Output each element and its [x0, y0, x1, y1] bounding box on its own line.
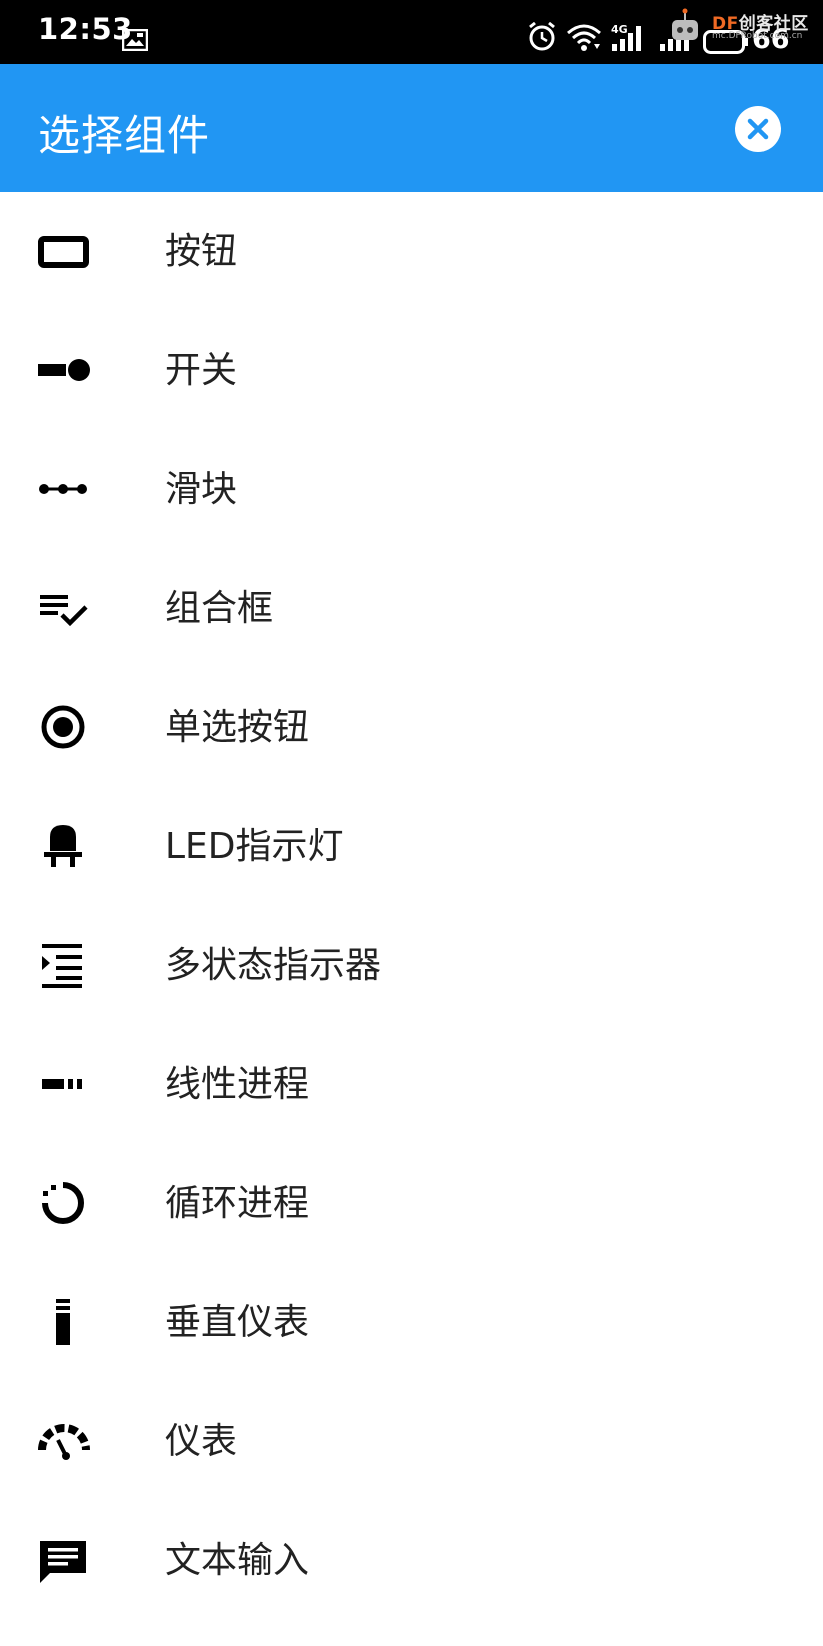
status-time: 12:53 — [38, 12, 133, 46]
list-item-vertical-meter[interactable]: 垂直仪表 — [0, 1263, 823, 1382]
list-item-label: 滑块 — [165, 469, 238, 510]
page-title: 选择组件 — [38, 111, 211, 160]
list-item-label: 开关 — [165, 350, 238, 391]
list-item-label: LED指示灯 — [165, 826, 344, 867]
list-item-label: 组合框 — [165, 588, 274, 629]
list-item-label: 单选按钮 — [165, 707, 310, 748]
multistate-indicator-icon — [38, 942, 90, 988]
radio-button-icon — [38, 704, 90, 750]
alarm-icon — [529, 22, 555, 51]
app-header: 选择组件 — [0, 64, 823, 192]
list-item-label: 垂直仪表 — [165, 1302, 310, 1343]
slider-icon — [38, 466, 90, 512]
circular-progress-icon — [38, 1180, 90, 1226]
led-icon — [38, 823, 90, 869]
vertical-meter-icon — [38, 1299, 90, 1345]
list-item-multistate-indicator[interactable]: 多状态指示器 — [0, 906, 823, 1025]
list-item-label: 循环进程 — [165, 1183, 310, 1224]
list-item-label: 按钮 — [165, 231, 238, 272]
list-item-label: 线性进程 — [165, 1064, 310, 1105]
list-item-text-input[interactable]: 文本输入 — [0, 1501, 823, 1620]
watermark-url: mc.DFRobot.com.cn — [712, 31, 803, 41]
list-item-label: 多状态指示器 — [165, 945, 382, 986]
list-item-label: 文本输入 — [165, 1540, 310, 1581]
close-icon — [747, 118, 769, 140]
text-input-icon — [38, 1537, 90, 1583]
list-item-combobox[interactable]: 组合框 — [0, 549, 823, 668]
cellular-4g-icon: 4G — [611, 23, 641, 51]
close-button[interactable] — [735, 106, 781, 152]
screenshot-notification-icon — [122, 29, 148, 51]
switch-icon — [38, 347, 90, 393]
list-item-radio-button[interactable]: 单选按钮 — [0, 668, 823, 787]
component-list: 按钮 开关 滑块 组合框 单选按钮 LED指示灯 多状态指示器 线性进程 循环进… — [0, 192, 823, 1620]
svg-text:4G: 4G — [611, 23, 628, 36]
list-item-led[interactable]: LED指示灯 — [0, 787, 823, 906]
list-item-gauge[interactable]: 仪表 — [0, 1382, 823, 1501]
button-icon — [38, 228, 90, 274]
list-item-linear-progress[interactable]: 线性进程 — [0, 1025, 823, 1144]
linear-progress-icon — [38, 1061, 90, 1107]
combobox-icon — [38, 585, 90, 631]
list-item-switch[interactable]: 开关 — [0, 311, 823, 430]
list-item-slider[interactable]: 滑块 — [0, 430, 823, 549]
list-item-circular-progress[interactable]: 循环进程 — [0, 1144, 823, 1263]
status-bar: 12:53 4G 66 DF创客社区 mc.DFRobot.com.cn — [0, 0, 823, 64]
list-item-button[interactable]: 按钮 — [0, 192, 823, 311]
list-item-label: 仪表 — [165, 1421, 238, 1462]
gauge-icon — [38, 1418, 90, 1464]
wifi-icon — [567, 24, 601, 51]
